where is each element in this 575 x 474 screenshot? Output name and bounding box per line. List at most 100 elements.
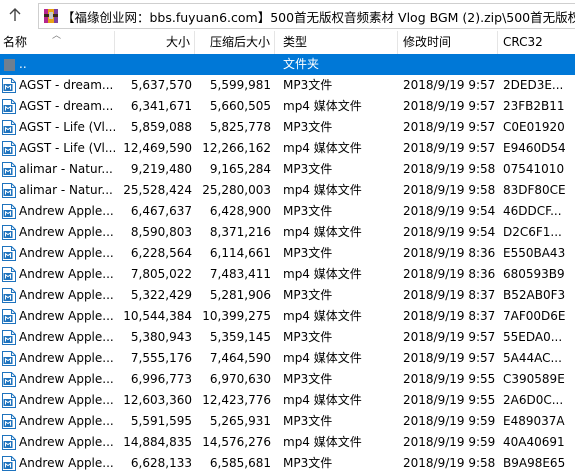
- file-packed-size: 7,464,590: [209, 351, 271, 365]
- file-type: MP3文件: [283, 372, 333, 386]
- media-file-icon: [2, 435, 16, 450]
- file-crc32: D2C6F1...: [503, 225, 562, 239]
- file-crc32: 680593B9: [503, 267, 565, 281]
- archive-path-field[interactable]: 【福缘创业网：bbs.fuyuan6.com】500首无版权音频素材 Vlog …: [38, 3, 575, 29]
- folder-icon: [4, 59, 15, 71]
- file-crc32: 83DF80CE: [503, 183, 566, 197]
- file-name: Andrew Apple...: [19, 372, 114, 386]
- file-row[interactable]: AGST - dream... 6,341,671 5,660,505 mp4 媒体文…: [0, 96, 575, 117]
- file-row[interactable]: Andrew Apple... 12,603,360 12,423,776 mp4 媒…: [0, 390, 575, 411]
- file-size: 8,590,803: [130, 225, 192, 239]
- file-type: mp4 媒体文件: [283, 183, 362, 197]
- file-modified: 2018/9/19 9:59: [403, 414, 496, 428]
- file-modified: 2018/9/19 9:54: [403, 225, 496, 239]
- file-packed-size: 10,399,275: [202, 309, 271, 323]
- file-crc32: E550BA43: [503, 246, 566, 260]
- file-row[interactable]: Andrew Apple... 6,228,564 6,114,661 MP3文件 20…: [0, 243, 575, 264]
- column-header-size[interactable]: 大小: [115, 31, 195, 54]
- media-file-icon: [2, 246, 16, 261]
- file-packed-size: 12,266,162: [202, 141, 271, 155]
- file-row[interactable]: Andrew Apple... 8,590,803 8,371,216 mp4 媒体文…: [0, 222, 575, 243]
- file-row[interactable]: AGST - dream... 5,637,570 5,599,981 MP3文件 20…: [0, 75, 575, 96]
- file-crc32: E9460D54: [503, 141, 566, 155]
- media-file-icon: [2, 204, 16, 219]
- file-row[interactable]: Andrew Apple... 5,322,429 5,281,906 MP3文件 20…: [0, 285, 575, 306]
- file-packed-size: 8,371,216: [209, 225, 271, 239]
- file-name: Andrew Apple...: [19, 246, 114, 260]
- file-size: 6,996,773: [130, 372, 192, 386]
- file-size: 5,591,595: [130, 414, 192, 428]
- file-size: 12,603,360: [123, 393, 192, 407]
- file-name: Andrew Apple...: [19, 309, 114, 323]
- file-modified: 2018/9/19 9:58: [403, 162, 496, 176]
- file-name: Andrew Apple...: [19, 351, 114, 365]
- file-size: 7,555,176: [130, 351, 192, 365]
- file-row[interactable]: Andrew Apple... 6,467,637 6,428,900 MP3文件 20…: [0, 201, 575, 222]
- file-packed-size: 7,483,411: [209, 267, 271, 281]
- media-file-icon: [2, 330, 16, 345]
- file-row[interactable]: Andrew Apple... 6,996,773 6,970,630 MP3文件 20…: [0, 369, 575, 390]
- file-row[interactable]: AGST - Life (Vl... 5,859,088 5,825,778 MP3文…: [0, 117, 575, 138]
- media-file-icon: [2, 267, 16, 282]
- file-modified: 2018/9/19 8:36: [403, 246, 496, 260]
- file-name: Andrew Apple...: [19, 267, 114, 281]
- media-file-icon: [2, 456, 16, 471]
- file-row[interactable]: AGST - Life (Vl... 12,469,590 12,266,162 mp…: [0, 138, 575, 159]
- file-row[interactable]: Andrew Apple... 14,884,835 14,576,276 mp4 媒…: [0, 432, 575, 453]
- file-row[interactable]: Andrew Apple... 5,591,595 5,265,931 MP3文件 20…: [0, 411, 575, 432]
- file-modified: 2018/9/19 9:59: [403, 435, 496, 449]
- file-crc32: 7AF00D6E: [503, 309, 566, 323]
- file-crc32: 46DDCF...: [503, 204, 562, 218]
- file-crc32: 2A6D0C...: [503, 393, 564, 407]
- file-modified: 2018/9/19 9:57: [403, 351, 496, 365]
- file-packed-size: 6,114,661: [209, 246, 271, 260]
- arrow-up-icon: [9, 8, 21, 21]
- file-packed-size: 5,281,906: [209, 288, 271, 302]
- file-crc32: 07541010: [503, 162, 565, 176]
- file-size: 12,469,590: [123, 141, 192, 155]
- column-header-crc32[interactable]: CRC32: [498, 31, 575, 54]
- file-name: Andrew Apple...: [19, 330, 114, 344]
- column-header-packed-size[interactable]: 压缩后大小: [195, 31, 275, 54]
- file-size: 25,528,424: [123, 183, 192, 197]
- file-name: alimar - Natur...: [19, 183, 113, 197]
- file-modified: 2018/9/19 9:58: [403, 183, 496, 197]
- file-name: Andrew Apple...: [19, 435, 114, 449]
- file-type: MP3文件: [283, 162, 333, 176]
- media-file-icon: [2, 162, 16, 177]
- file-type: mp4 媒体文件: [283, 309, 362, 323]
- file-name: AGST - dream...: [19, 78, 114, 92]
- file-row[interactable]: Andrew Apple... 5,380,943 5,359,145 MP3文件 20…: [0, 327, 575, 348]
- file-packed-size: 6,970,630: [209, 372, 271, 386]
- file-modified: 2018/9/19 9:55: [403, 372, 496, 386]
- up-folder-button[interactable]: [0, 0, 30, 30]
- column-header-modified[interactable]: 修改时间: [398, 31, 498, 54]
- file-size: 6,467,637: [130, 204, 192, 218]
- file-row[interactable]: alimar - Natur... 9,219,480 9,165,284 MP3文件…: [0, 159, 575, 180]
- media-file-icon: [2, 99, 16, 114]
- media-file-icon: [2, 414, 16, 429]
- file-size: 7,805,022: [130, 267, 192, 281]
- file-crc32: 55EDA0...: [503, 330, 563, 344]
- file-row[interactable]: Andrew Apple... 10,544,384 10,399,275 mp4 媒…: [0, 306, 575, 327]
- file-row[interactable]: alimar - Natur... 25,528,424 25,280,003 mp4…: [0, 180, 575, 201]
- file-size: 10,544,384: [123, 309, 192, 323]
- sort-ascending-icon: ︿: [52, 31, 62, 41]
- file-row[interactable]: Andrew Apple... 7,805,022 7,483,411 mp4 媒体文…: [0, 264, 575, 285]
- file-modified: 2018/9/19 9:54: [403, 204, 496, 218]
- file-row[interactable]: Andrew Apple... 7,555,176 7,464,590 mp4 媒体文…: [0, 348, 575, 369]
- file-size: 9,219,480: [130, 162, 192, 176]
- file-name: Andrew Apple...: [19, 288, 114, 302]
- media-file-icon: [2, 120, 16, 135]
- column-header-type[interactable]: 类型: [275, 31, 398, 54]
- file-type: MP3文件: [283, 246, 333, 260]
- file-crc32: 2DED3E...: [503, 78, 564, 92]
- column-header-name[interactable]: ︿ 名称: [0, 31, 115, 54]
- parent-folder-row[interactable]: .. 文件夹: [0, 54, 575, 75]
- media-file-icon: [2, 225, 16, 240]
- file-size: 5,380,943: [130, 330, 192, 344]
- zip-archive-icon: [44, 9, 58, 23]
- file-size: 6,341,671: [130, 99, 192, 113]
- file-type: MP3文件: [283, 120, 333, 134]
- file-crc32: C390589E: [503, 372, 565, 386]
